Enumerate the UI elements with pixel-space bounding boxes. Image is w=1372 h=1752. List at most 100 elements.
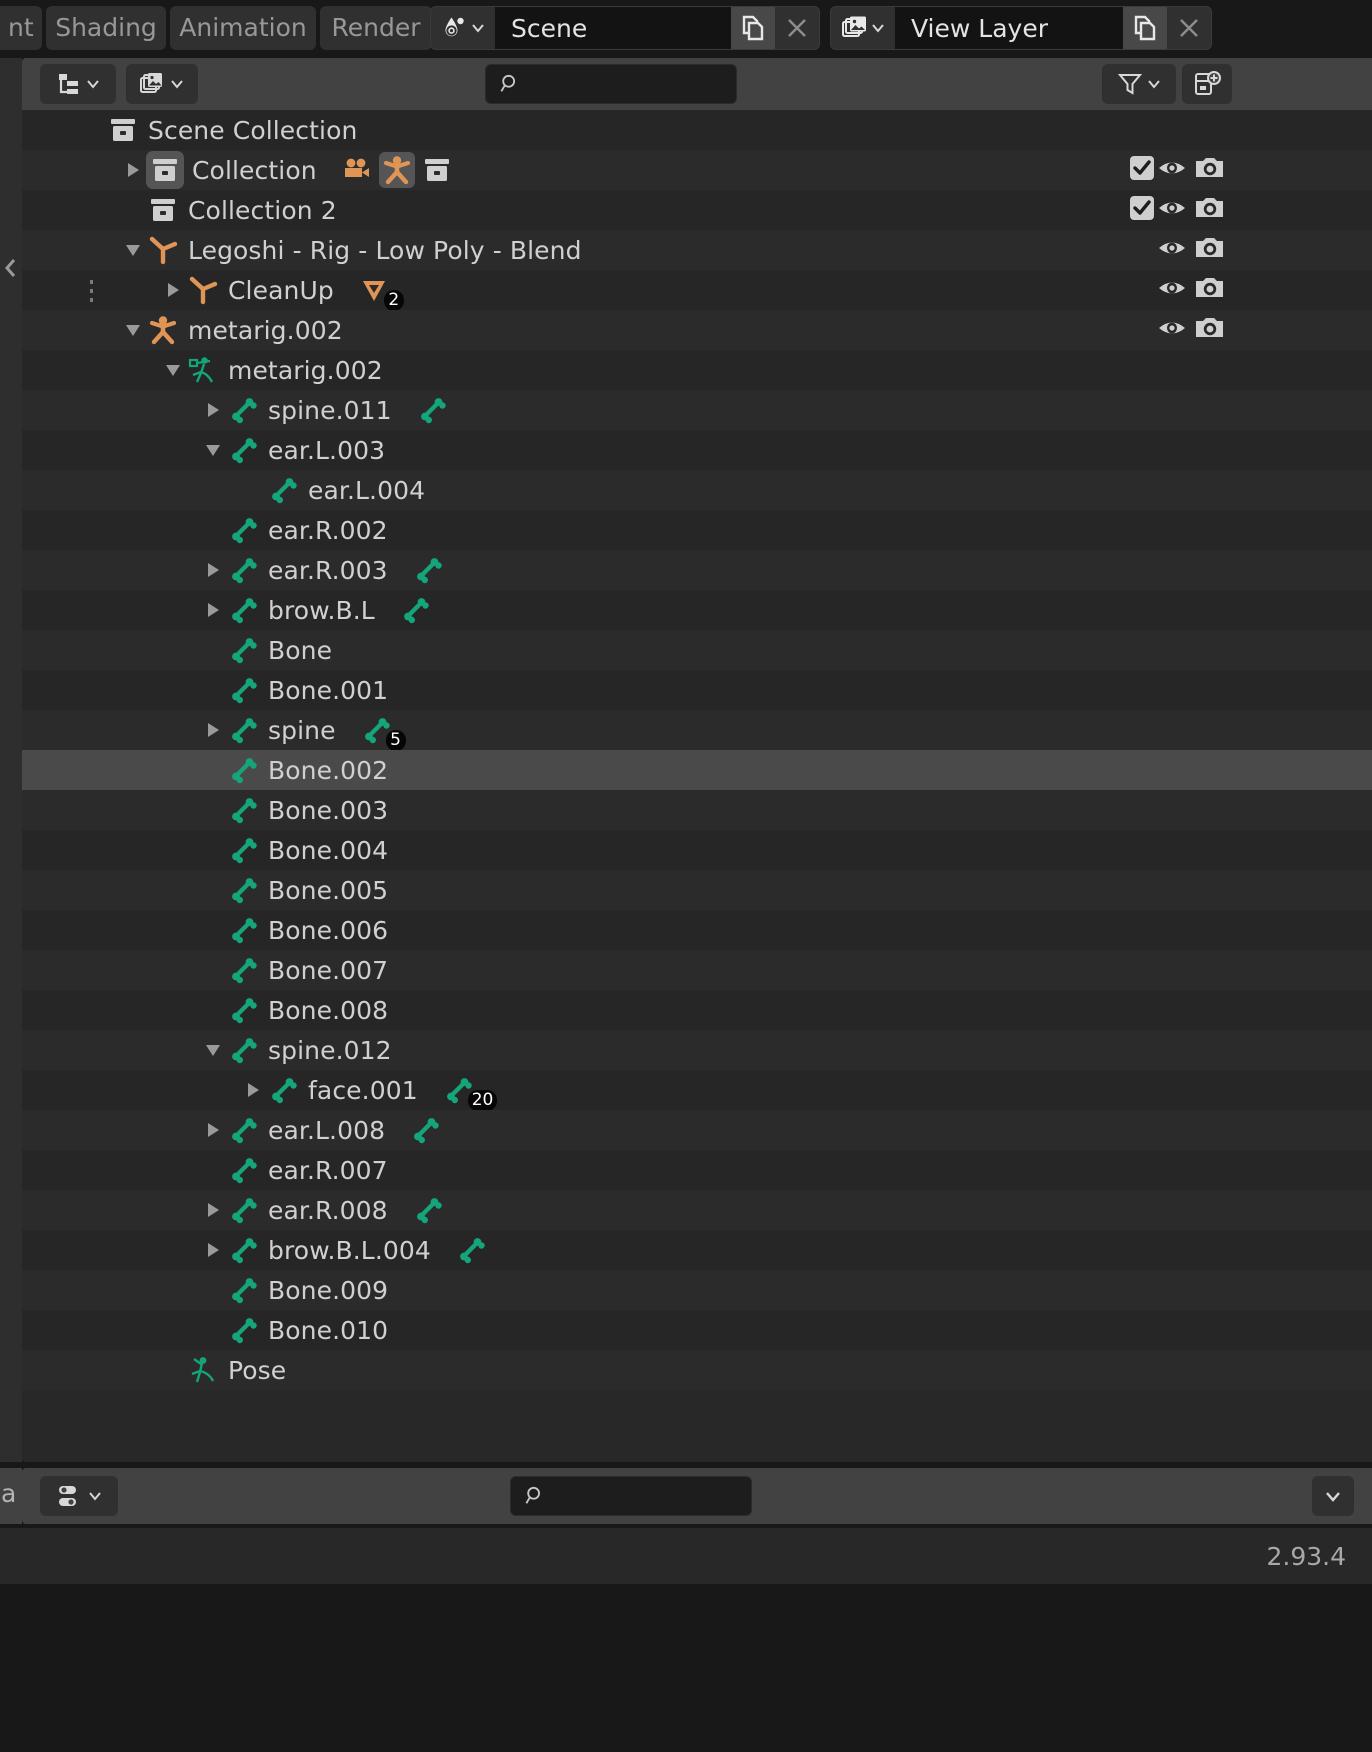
disclosure-triangle-closed-icon[interactable] bbox=[200, 1190, 226, 1230]
properties-search-input[interactable] bbox=[545, 1484, 751, 1508]
outliner-row-brow-b-l-004[interactable]: brow.B.L.004 bbox=[22, 1230, 1372, 1270]
outliner-row-cleanup[interactable]: CleanUp 2 bbox=[22, 270, 1372, 310]
outliner-row-bone-002[interactable]: Bone.002 bbox=[22, 750, 1372, 790]
bone-icon-small[interactable] bbox=[397, 592, 433, 628]
workspace-tab-animation[interactable]: Animation bbox=[170, 6, 316, 50]
outliner-row-bone-003[interactable]: Bone.003 bbox=[22, 790, 1372, 830]
row-child-icons[interactable] bbox=[453, 1232, 489, 1268]
outliner-row-metarig-002[interactable]: metarig.002 bbox=[22, 350, 1372, 390]
row-child-icons[interactable]: 5 bbox=[358, 712, 418, 748]
view-layer-selector[interactable]: View Layer bbox=[830, 6, 1212, 50]
outliner-row-bone-007[interactable]: Bone.007 bbox=[22, 950, 1372, 990]
unlink-scene-button[interactable] bbox=[775, 7, 819, 49]
outliner-row-scene-collection[interactable]: Scene Collection bbox=[22, 110, 1372, 150]
disclosure-triangle-open-icon[interactable] bbox=[120, 230, 146, 270]
hide-in-viewport-toggle[interactable] bbox=[1157, 230, 1187, 270]
remove-view-layer-button[interactable] bbox=[1167, 7, 1211, 49]
disable-in-render-toggle[interactable] bbox=[1195, 310, 1225, 350]
outliner-row-bone-001[interactable]: Bone.001 bbox=[22, 670, 1372, 710]
row-child-icons[interactable] bbox=[339, 152, 455, 188]
disclosure-triangle-closed-icon[interactable] bbox=[200, 590, 226, 630]
view-layer-name-field[interactable]: View Layer bbox=[895, 7, 1123, 49]
hide-in-viewport-toggle[interactable] bbox=[1157, 190, 1187, 230]
row-child-icons[interactable] bbox=[397, 592, 433, 628]
outliner-row-bone-008[interactable]: Bone.008 bbox=[22, 990, 1372, 1030]
properties-search-box[interactable] bbox=[510, 1476, 752, 1516]
outliner-row-ear-r-007[interactable]: ear.R.007 bbox=[22, 1150, 1372, 1190]
disclosure-triangle-open-icon[interactable] bbox=[120, 310, 146, 350]
scene-name-field[interactable]: Scene bbox=[495, 7, 731, 49]
disclosure-triangle-closed-icon[interactable] bbox=[200, 550, 226, 590]
row-child-icons[interactable] bbox=[410, 1192, 446, 1228]
outliner-id-type-filter-dropdown[interactable] bbox=[126, 64, 198, 104]
disclosure-triangle-open-icon[interactable] bbox=[200, 1030, 226, 1070]
scene-selector[interactable]: Scene bbox=[430, 6, 820, 50]
outliner-search-box[interactable] bbox=[485, 64, 737, 104]
exclude-checkbox[interactable] bbox=[1129, 190, 1155, 230]
new-collection-button[interactable] bbox=[1182, 64, 1232, 104]
row-drag-handle[interactable] bbox=[90, 280, 94, 302]
outliner-filter-dropdown[interactable] bbox=[1102, 64, 1176, 104]
outliner-row-collection[interactable]: Collection bbox=[22, 150, 1372, 190]
disclosure-triangle-open-icon[interactable] bbox=[200, 430, 226, 470]
outliner-row-bone-004[interactable]: Bone.004 bbox=[22, 830, 1372, 870]
disclosure-triangle-closed-icon[interactable] bbox=[200, 1230, 226, 1270]
outliner-row-spine-011[interactable]: spine.011 bbox=[22, 390, 1372, 430]
outliner-search-input[interactable] bbox=[520, 72, 736, 96]
workspace-tab-shading[interactable]: Shading bbox=[46, 6, 166, 50]
camera-icon[interactable] bbox=[339, 152, 375, 188]
outliner-row-face-001[interactable]: face.001 20 bbox=[22, 1070, 1372, 1110]
outliner-row-legoshi-rig-low-poly-blend[interactable]: Legoshi - Rig - Low Poly - Blend bbox=[22, 230, 1372, 270]
outliner-row-ear-l-003[interactable]: ear.L.003 bbox=[22, 430, 1372, 470]
editor-type-dropdown[interactable] bbox=[40, 1476, 118, 1516]
row-child-icons[interactable] bbox=[410, 552, 446, 588]
disable-in-render-toggle[interactable] bbox=[1195, 190, 1225, 230]
hide-in-viewport-toggle[interactable] bbox=[1157, 270, 1187, 310]
outliner-display-mode-dropdown[interactable] bbox=[40, 64, 116, 104]
outliner-row-ear-l-008[interactable]: ear.L.008 bbox=[22, 1110, 1372, 1150]
bone-icon-small[interactable] bbox=[410, 1192, 446, 1228]
disclosure-triangle-closed-icon[interactable] bbox=[120, 150, 146, 190]
workspace-tab-0[interactable]: nt bbox=[0, 6, 42, 50]
row-child-icons[interactable]: 2 bbox=[356, 272, 416, 308]
outliner-row-metarig-002[interactable]: metarig.002 bbox=[22, 310, 1372, 350]
outliner-row-ear-r-002[interactable]: ear.R.002 bbox=[22, 510, 1372, 550]
outliner-row-bone[interactable]: Bone bbox=[22, 630, 1372, 670]
outliner-row-bone-005[interactable]: Bone.005 bbox=[22, 870, 1372, 910]
row-child-icons[interactable] bbox=[407, 1112, 443, 1148]
workspace-tab-render[interactable]: Render bbox=[320, 6, 432, 50]
outliner-row-bone-010[interactable]: Bone.010 bbox=[22, 1310, 1372, 1350]
bone-icon-small[interactable] bbox=[414, 392, 450, 428]
row-child-icons[interactable] bbox=[414, 392, 450, 428]
disclosure-triangle-open-icon[interactable] bbox=[160, 350, 186, 390]
hide-in-viewport-toggle[interactable] bbox=[1157, 310, 1187, 350]
disclosure-triangle-closed-icon[interactable] bbox=[200, 1110, 226, 1150]
armature-icon-highlight[interactable] bbox=[379, 152, 415, 188]
exclude-checkbox[interactable] bbox=[1129, 150, 1155, 190]
outliner-row-ear-r-003[interactable]: ear.R.003 bbox=[22, 550, 1372, 590]
bone-icon-small[interactable] bbox=[453, 1232, 489, 1268]
outliner-tree[interactable]: Scene Collection Collection bbox=[22, 110, 1372, 1462]
chevron-left-icon[interactable] bbox=[2, 248, 20, 288]
outliner-row-brow-b-l[interactable]: brow.B.L bbox=[22, 590, 1372, 630]
bone-icon-small[interactable] bbox=[410, 552, 446, 588]
outliner-row-spine[interactable]: spine 5 bbox=[22, 710, 1372, 750]
outliner-row-pose[interactable]: Pose bbox=[22, 1350, 1372, 1390]
bone-icon-small[interactable] bbox=[407, 1112, 443, 1148]
render-layers-icon[interactable] bbox=[831, 7, 895, 49]
outliner-row-collection-2[interactable]: Collection 2 bbox=[22, 190, 1372, 230]
new-scene-button[interactable] bbox=[731, 7, 775, 49]
outliner-row-bone-009[interactable]: Bone.009 bbox=[22, 1270, 1372, 1310]
row-child-icons[interactable]: 20 bbox=[440, 1072, 510, 1108]
new-view-layer-button[interactable] bbox=[1123, 7, 1167, 49]
disclosure-triangle-closed-icon[interactable] bbox=[200, 390, 226, 430]
disable-in-render-toggle[interactable] bbox=[1195, 230, 1225, 270]
disable-in-render-toggle[interactable] bbox=[1195, 150, 1225, 190]
disable-in-render-toggle[interactable] bbox=[1195, 270, 1225, 310]
collection-icon-plain[interactable] bbox=[419, 152, 455, 188]
disclosure-triangle-closed-icon[interactable] bbox=[240, 1070, 266, 1110]
outliner-row-ear-l-004[interactable]: ear.L.004 bbox=[22, 470, 1372, 510]
bottom-bar-overflow-button[interactable] bbox=[1312, 1476, 1354, 1516]
outliner-row-bone-006[interactable]: Bone.006 bbox=[22, 910, 1372, 950]
outliner-row-ear-r-008[interactable]: ear.R.008 bbox=[22, 1190, 1372, 1230]
